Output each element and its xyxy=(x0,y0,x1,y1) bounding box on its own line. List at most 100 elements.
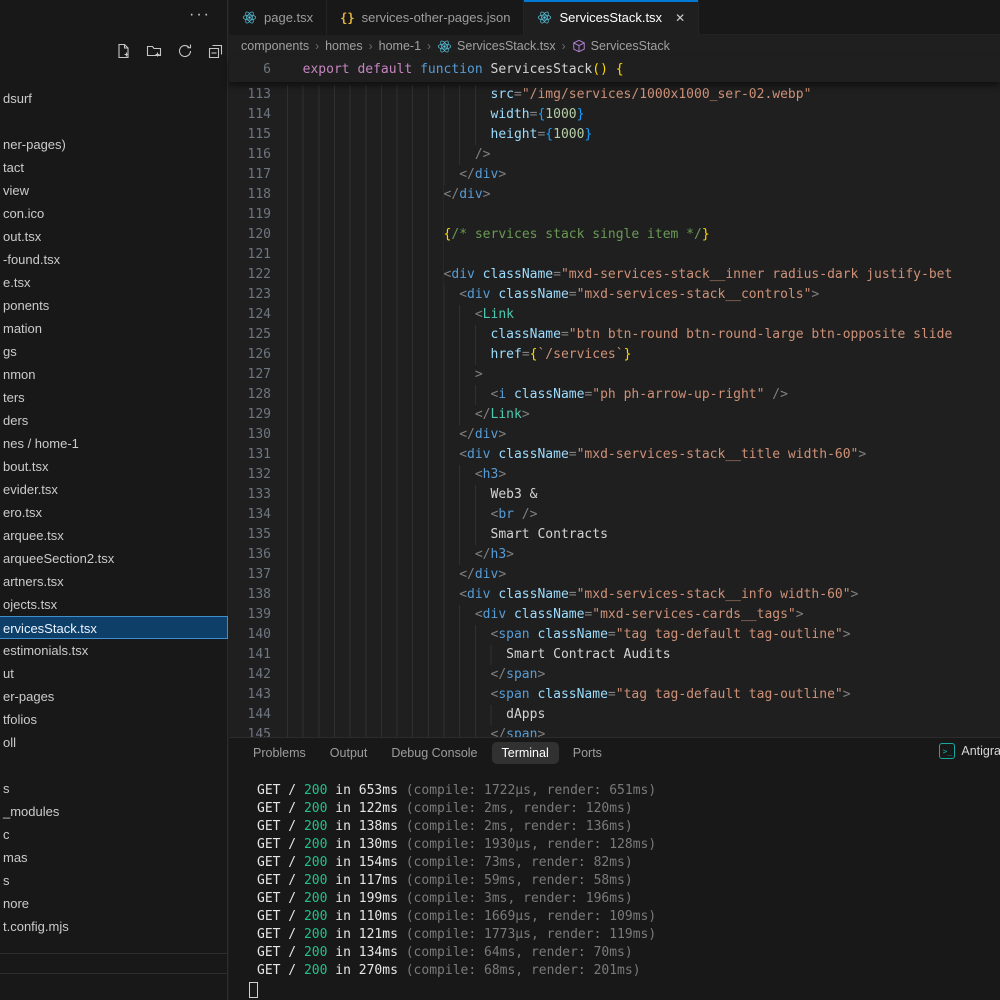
code-line[interactable]: 126 href={`/services`} xyxy=(229,345,1000,365)
line-number: 136 xyxy=(229,545,271,565)
collapse-folders-button[interactable] xyxy=(205,40,227,62)
code-line[interactable]: 125 className="btn btn-round btn-round-l… xyxy=(229,325,1000,345)
code-line[interactable]: 128 <i className="ph ph-arrow-up-right" … xyxy=(229,385,1000,405)
code-line[interactable]: 127 > xyxy=(229,365,1000,385)
new-file-button[interactable] xyxy=(112,40,134,62)
breadcrumb-item[interactable]: homes xyxy=(325,39,363,53)
more-actions-button[interactable]: ··· xyxy=(189,6,211,24)
code-line[interactable]: 129 </Link> xyxy=(229,405,1000,425)
code-line[interactable]: 114 width={1000} xyxy=(229,105,1000,125)
file-item[interactable]: arqueeSection2.tsx xyxy=(0,547,228,570)
tab-ServicesStack.tsx[interactable]: ServicesStack.tsx✕ xyxy=(524,0,699,35)
file-item[interactable] xyxy=(0,110,228,133)
code-line[interactable]: 123 <div className="mxd-services-stack__… xyxy=(229,285,1000,305)
file-item[interactable]: dsurf xyxy=(0,87,228,110)
code-token: href xyxy=(491,347,522,362)
breadcrumb-item[interactable]: ServicesStack.tsx xyxy=(437,39,556,54)
terminal-output[interactable]: GET / 200 in 653ms (compile: 1722µs, ren… xyxy=(229,770,1000,1000)
file-item[interactable]: er-pages xyxy=(0,685,228,708)
code-line[interactable]: 120 {/* services stack single item */} xyxy=(229,225,1000,245)
code-token: > xyxy=(858,447,866,462)
code-line[interactable]: 138 <div className="mxd-services-stack__… xyxy=(229,585,1000,605)
file-item[interactable] xyxy=(0,754,228,777)
file-item[interactable]: mas xyxy=(0,846,228,869)
code-line[interactable]: 119 xyxy=(229,205,1000,225)
code-line[interactable]: 115 height={1000} xyxy=(229,125,1000,145)
file-item[interactable]: ponents xyxy=(0,294,228,317)
file-item[interactable]: gs xyxy=(0,340,228,363)
file-item[interactable]: ters xyxy=(0,386,228,409)
file-item[interactable]: s xyxy=(0,869,228,892)
code-line[interactable]: 135 Smart Contracts xyxy=(229,525,1000,545)
breadcrumb-item[interactable]: components xyxy=(241,39,309,53)
code-line[interactable]: 118 </div> xyxy=(229,185,1000,205)
code-line[interactable]: 142 </span> xyxy=(229,665,1000,685)
breadcrumb-item[interactable]: home-1 xyxy=(379,39,421,53)
panel-tab-terminal[interactable]: Terminal xyxy=(492,742,559,764)
code-line[interactable]: 136 </h3> xyxy=(229,545,1000,565)
file-item[interactable]: ders xyxy=(0,409,228,432)
panel-tab-output[interactable]: Output xyxy=(320,742,378,764)
file-item[interactable]: e.tsx xyxy=(0,271,228,294)
file-item[interactable]: tfolios xyxy=(0,708,228,731)
file-item[interactable]: arquee.tsx xyxy=(0,524,228,547)
breadcrumb-item[interactable]: ServicesStack xyxy=(572,39,670,53)
code-line[interactable]: 144 dApps xyxy=(229,705,1000,725)
file-item[interactable]: con.ico xyxy=(0,202,228,225)
new-folder-button[interactable] xyxy=(143,40,165,62)
file-item[interactable]: ojects.tsx xyxy=(0,593,228,616)
code-line[interactable]: 131 <div className="mxd-services-stack__… xyxy=(229,445,1000,465)
code-line[interactable]: 133 Web3 & xyxy=(229,485,1000,505)
panel-right-actions[interactable]: >_ Antigravi xyxy=(939,743,1000,759)
file-item[interactable]: _modules xyxy=(0,800,228,823)
file-item[interactable]: t.config.mjs xyxy=(0,915,228,938)
file-item[interactable]: c xyxy=(0,823,228,846)
file-item[interactable]: nmon xyxy=(0,363,228,386)
file-item[interactable]: s xyxy=(0,777,228,800)
code-line[interactable]: 134 <br /> xyxy=(229,505,1000,525)
code-line[interactable]: 137 </div> xyxy=(229,565,1000,585)
file-item[interactable]: bout.tsx xyxy=(0,455,228,478)
code-line[interactable]: 117 </div> xyxy=(229,165,1000,185)
indent-guides xyxy=(287,705,506,725)
terminal-cursor[interactable] xyxy=(249,982,258,998)
file-item[interactable]: artners.tsx xyxy=(0,570,228,593)
file-item[interactable]: ner-pages) xyxy=(0,133,228,156)
code-line[interactable]: 113 src="/img/services/1000x1000_ser-02.… xyxy=(229,85,1000,105)
code-line[interactable]: 139 <div className="mxd-services-cards__… xyxy=(229,605,1000,625)
file-item[interactable]: view xyxy=(0,179,228,202)
close-icon[interactable]: ✕ xyxy=(675,11,685,25)
file-item[interactable]: mation xyxy=(0,317,228,340)
tab-services-other-pages.json[interactable]: {}services-other-pages.json xyxy=(327,0,524,35)
code-line[interactable]: 143 <span className="tag tag-default tag… xyxy=(229,685,1000,705)
file-item[interactable]: ervicesStack.tsx xyxy=(0,616,228,639)
code-line[interactable]: 116 /> xyxy=(229,145,1000,165)
code-line[interactable]: 140 <span className="tag tag-default tag… xyxy=(229,625,1000,645)
panel-tab-problems[interactable]: Problems xyxy=(243,742,316,764)
code-line[interactable]: 141 Smart Contract Audits xyxy=(229,645,1000,665)
code-token: width xyxy=(491,107,530,122)
code-line[interactable]: 130 </div> xyxy=(229,425,1000,445)
file-item[interactable]: -found.tsx xyxy=(0,248,228,271)
file-item[interactable]: evider.tsx xyxy=(0,478,228,501)
breadcrumb-label: ServicesStack.tsx xyxy=(457,39,556,53)
file-item[interactable]: oll xyxy=(0,731,228,754)
code-token: > xyxy=(851,587,859,602)
file-item[interactable]: nes / home-1 xyxy=(0,432,228,455)
file-item[interactable]: nore xyxy=(0,892,228,915)
panel-tab-ports[interactable]: Ports xyxy=(563,742,612,764)
file-item[interactable]: ero.tsx xyxy=(0,501,228,524)
code-line[interactable]: 121 xyxy=(229,245,1000,265)
tab-page.tsx[interactable]: page.tsx xyxy=(229,0,327,35)
file-item[interactable]: ut xyxy=(0,662,228,685)
code-line[interactable]: 124 <Link xyxy=(229,305,1000,325)
code-line[interactable]: 145 </span> xyxy=(229,725,1000,737)
code-line[interactable]: 132 <h3> xyxy=(229,465,1000,485)
code-editor[interactable]: 113 src="/img/services/1000x1000_ser-02.… xyxy=(229,82,1000,737)
file-item[interactable]: tact xyxy=(0,156,228,179)
code-line[interactable]: 122 <div className="mxd-services-stack__… xyxy=(229,265,1000,285)
panel-tab-debug-console[interactable]: Debug Console xyxy=(381,742,487,764)
file-item[interactable]: estimonials.tsx xyxy=(0,639,228,662)
file-item[interactable]: out.tsx xyxy=(0,225,228,248)
refresh-button[interactable] xyxy=(174,40,196,62)
